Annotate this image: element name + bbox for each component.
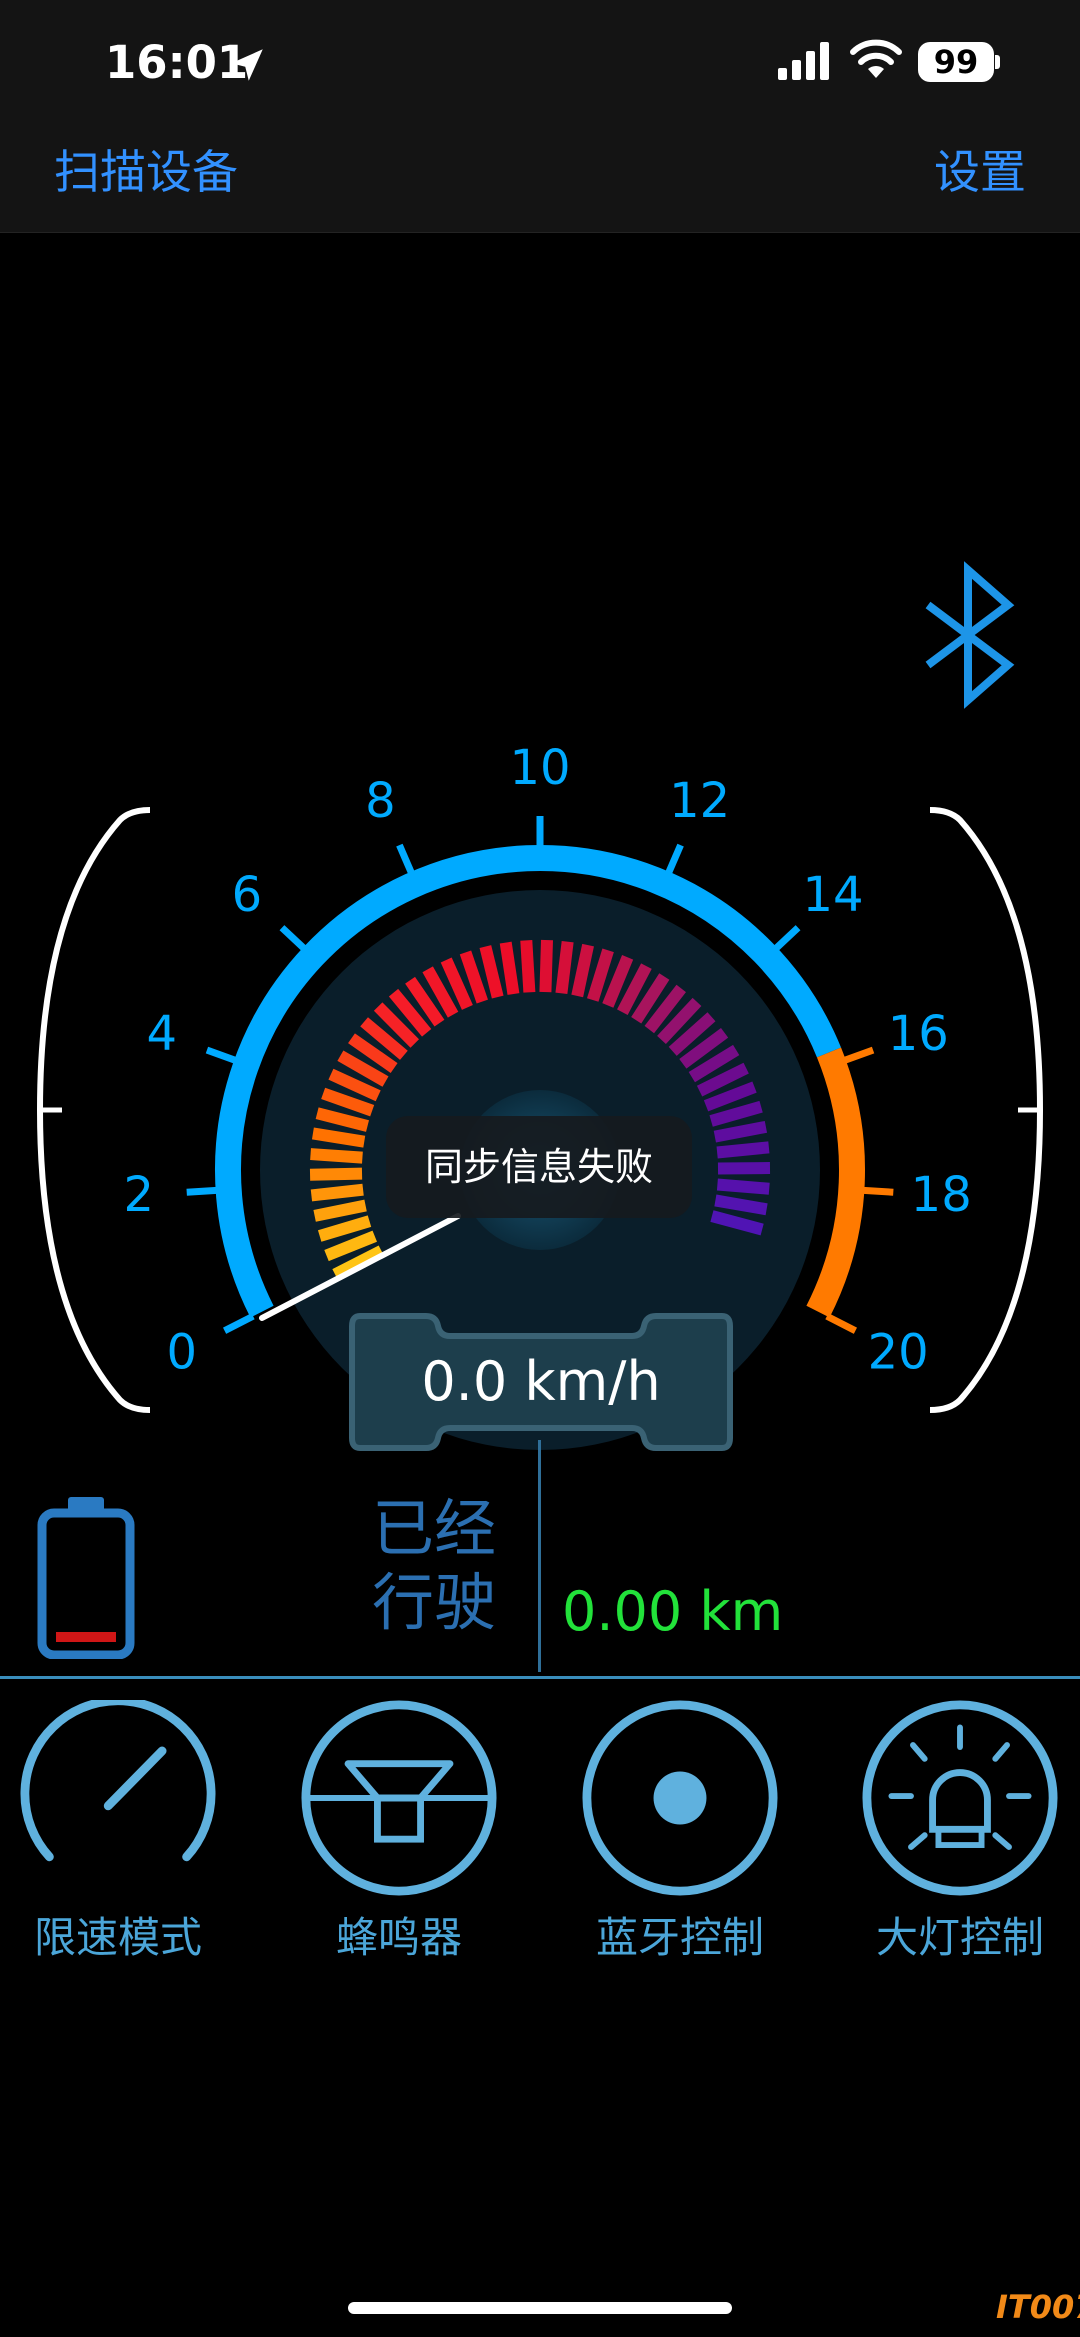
gauge-tick-12 — [664, 843, 684, 876]
gauge-tick-14 — [772, 925, 801, 953]
battery-nub — [995, 55, 1000, 69]
horizontal-divider — [0, 1676, 1080, 1679]
settings-button[interactable]: 设置 — [934, 140, 1026, 204]
speed-limit-mode-button[interactable]: 限速模式 — [8, 1700, 228, 1970]
gauge-label-14: 14 — [803, 867, 864, 923]
status-bar: 16:01 99 — [0, 0, 1080, 140]
gauge-segment — [520, 940, 536, 993]
speed-value: 0.0 km/h — [421, 1350, 661, 1413]
gauge-segment — [716, 1141, 770, 1159]
vertical-divider — [538, 1440, 541, 1672]
gauge-tick-20 — [825, 1313, 858, 1334]
gauge-segment — [309, 1167, 363, 1181]
bluetooth-control-button[interactable]: 蓝牙控制 — [570, 1700, 790, 1970]
location-arrow-icon — [231, 49, 263, 81]
gauge-tick-8 — [396, 843, 416, 876]
watermark-logo: IT007 — [996, 2288, 1080, 2326]
cellular-signal-icon — [778, 42, 829, 80]
gauge-label-20: 20 — [868, 1325, 929, 1381]
buzzer-button[interactable]: 蜂鸣器 — [289, 1700, 509, 1970]
gauge-tick-0 — [222, 1313, 255, 1334]
gauge-label-0: 0 — [167, 1325, 198, 1381]
gauge-segment — [716, 1178, 770, 1195]
headlight-icon — [862, 1700, 1058, 1896]
gauge-tick-18 — [861, 1186, 894, 1196]
vehicle-battery-icon — [37, 1497, 135, 1659]
speed-limit-label: 限速模式 — [33, 1913, 202, 1962]
gauge-tick-2 — [186, 1186, 219, 1196]
trip-label-line2: 行驶 — [372, 1566, 497, 1639]
gauge-label-8: 8 — [365, 773, 396, 829]
bluetooth-icon[interactable] — [918, 560, 1018, 710]
bluetooth-control-icon — [582, 1700, 778, 1896]
gauge-tick-6 — [279, 925, 308, 953]
scan-devices-button[interactable]: 扫描设备 — [54, 140, 238, 204]
gauge-label-2: 2 — [124, 1167, 155, 1223]
trip-distance: 0.00 km — [562, 1580, 784, 1643]
gauge-label-10: 10 — [509, 740, 570, 796]
nav-bar: 扫描设备 设置 — [0, 140, 1080, 233]
toast-message: 同步信息失败 — [386, 1116, 692, 1218]
gauge-segment — [555, 940, 574, 995]
gauge-segment — [539, 939, 553, 993]
gauge-segment — [310, 1148, 363, 1164]
gauge-label-4: 4 — [146, 1006, 177, 1062]
gauge-segment — [310, 1183, 364, 1202]
gauge-arc-orange — [806, 1047, 865, 1318]
gauge-label-16: 16 — [888, 1006, 949, 1062]
gauge-segment — [311, 1127, 366, 1148]
home-indicator[interactable] — [348, 2302, 732, 2314]
buzzer-icon — [301, 1700, 497, 1896]
gauge-tick-16 — [841, 1046, 875, 1065]
speed-limit-icon — [20, 1700, 216, 1862]
buzzer-label: 蜂鸣器 — [335, 1913, 462, 1962]
headlight-control-label: 大灯控制 — [875, 1913, 1044, 1962]
gauge-label-6: 6 — [232, 867, 263, 923]
trip-label-line1: 已经 — [372, 1492, 497, 1565]
battery-level: 99 — [918, 42, 994, 82]
gauge-segment — [499, 941, 520, 995]
bluetooth-control-label: 蓝牙控制 — [595, 1913, 764, 1962]
gauge-tick-4 — [205, 1046, 239, 1065]
wifi-icon — [850, 39, 902, 78]
trip-label: 已经 行驶 — [372, 1492, 512, 1640]
headlight-control-button[interactable]: 大灯控制 — [850, 1700, 1070, 1970]
gauge-label-18: 18 — [911, 1167, 972, 1223]
gauge-label-12: 12 — [669, 773, 730, 829]
